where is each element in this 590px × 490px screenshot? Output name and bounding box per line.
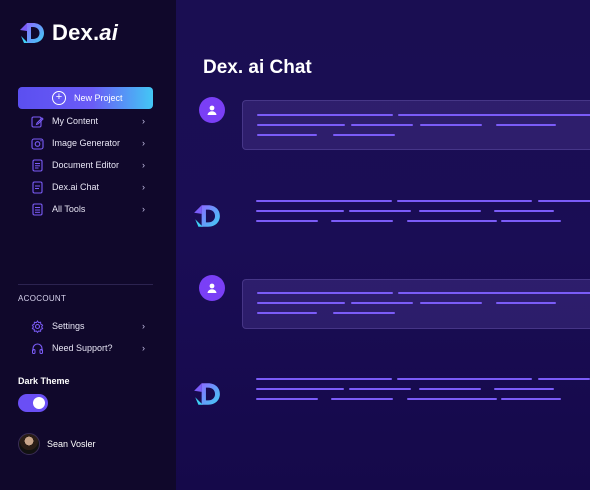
text-placeholder-line <box>398 292 590 294</box>
sidebar: Dex.ai + New Project My Content › Image … <box>0 0 176 490</box>
text-placeholder-line <box>256 200 392 202</box>
toggle-knob <box>33 397 45 409</box>
text-placeholder-line <box>501 398 561 400</box>
account-section-label: ACOCOUNT <box>18 294 67 303</box>
text-placeholder-line <box>420 302 482 304</box>
gear-icon <box>30 319 44 333</box>
sidebar-divider <box>18 284 153 285</box>
user-message-bubble <box>242 100 590 150</box>
text-placeholder-line <box>333 312 395 314</box>
nav-label: Dex.ai Chat <box>52 182 100 192</box>
brand-name-main: Dex. <box>52 20 100 45</box>
chevron-right-icon: › <box>142 138 145 148</box>
text-placeholder-line <box>419 388 481 390</box>
text-placeholder-line <box>420 124 482 126</box>
dex-bot-icon <box>194 205 220 227</box>
text-placeholder-line <box>257 292 393 294</box>
text-placeholder-line <box>256 220 318 222</box>
text-placeholder-line <box>407 398 497 400</box>
app-window: Dex.ai + New Project My Content › Image … <box>0 0 590 490</box>
dark-theme-toggle[interactable] <box>18 394 48 412</box>
text-placeholder-line <box>256 378 392 380</box>
text-placeholder-line <box>257 312 317 314</box>
text-placeholder-line <box>257 124 345 126</box>
account-nav: Settings › Need Support? › <box>30 315 145 359</box>
text-placeholder-line <box>331 398 393 400</box>
text-placeholder-line <box>496 302 556 304</box>
person-icon <box>207 105 217 115</box>
nav-label: Image Generator <box>52 138 121 148</box>
headphones-icon <box>30 341 44 355</box>
text-placeholder-line <box>397 378 532 380</box>
chevron-right-icon: › <box>142 343 145 353</box>
chevron-right-icon: › <box>142 116 145 126</box>
chevron-right-icon: › <box>142 182 145 192</box>
brand-logo[interactable]: Dex.ai <box>18 20 118 46</box>
text-placeholder-line <box>349 388 411 390</box>
page-title: Dex. ai Chat <box>203 57 312 78</box>
text-placeholder-line <box>256 398 318 400</box>
nav-label: All Tools <box>52 204 86 214</box>
nav-label: Settings <box>52 321 85 331</box>
text-placeholder-line <box>501 220 561 222</box>
nav-label: My Content <box>52 116 99 126</box>
document-icon <box>30 158 44 172</box>
text-placeholder-line <box>494 210 554 212</box>
text-placeholder-line <box>331 220 393 222</box>
nav-item-image-generator[interactable]: Image Generator › <box>30 132 145 154</box>
user-message-avatar <box>199 97 225 123</box>
brand-name-ai: ai <box>99 20 119 45</box>
tools-icon <box>30 202 44 216</box>
nav-item-need-support[interactable]: Need Support? › <box>30 337 145 359</box>
chevron-right-icon: › <box>142 321 145 331</box>
new-project-label: New Project <box>74 93 123 103</box>
text-placeholder-line <box>496 124 556 126</box>
chevron-right-icon: › <box>142 160 145 170</box>
user-profile[interactable]: Sean Vosler <box>18 433 96 455</box>
nav-item-my-content[interactable]: My Content › <box>30 110 145 132</box>
user-name: Sean Vosler <box>47 439 96 449</box>
dex-bot-icon <box>194 383 220 405</box>
person-icon <box>207 283 217 293</box>
brand-name: Dex.ai <box>52 20 118 46</box>
plus-circle-icon: + <box>52 91 66 105</box>
user-message-bubble <box>242 279 590 329</box>
text-placeholder-line <box>397 200 532 202</box>
chat-icon <box>30 180 44 194</box>
text-placeholder-line <box>351 124 413 126</box>
text-placeholder-line <box>494 388 554 390</box>
edit-icon <box>30 114 44 128</box>
text-placeholder-line <box>538 200 590 202</box>
text-placeholder-line <box>333 134 395 136</box>
text-placeholder-line <box>349 210 411 212</box>
text-placeholder-line <box>257 114 393 116</box>
text-placeholder-line <box>538 378 590 380</box>
image-icon <box>30 136 44 150</box>
nav-label: Need Support? <box>52 343 113 353</box>
text-placeholder-line <box>257 302 345 304</box>
nav-item-all-tools[interactable]: All Tools › <box>30 198 145 220</box>
nav-item-document-editor[interactable]: Document Editor › <box>30 154 145 176</box>
new-project-button[interactable]: + New Project <box>18 87 153 109</box>
nav-label: Document Editor <box>52 160 120 170</box>
chat-main: Dex. ai Chat <box>176 0 590 490</box>
text-placeholder-line <box>351 302 413 304</box>
text-placeholder-line <box>398 114 590 116</box>
avatar <box>18 433 40 455</box>
main-nav: My Content › Image Generator › Document … <box>30 110 145 220</box>
text-placeholder-line <box>256 388 344 390</box>
text-placeholder-line <box>257 134 317 136</box>
nav-item-dexai-chat[interactable]: Dex.ai Chat › <box>30 176 145 198</box>
dex-logo-icon <box>20 23 44 43</box>
nav-item-settings[interactable]: Settings › <box>30 315 145 337</box>
chevron-right-icon: › <box>142 204 145 214</box>
user-message-avatar <box>199 275 225 301</box>
text-placeholder-line <box>419 210 481 212</box>
text-placeholder-line <box>407 220 497 222</box>
text-placeholder-line <box>256 210 344 212</box>
dark-theme-label: Dark Theme <box>18 376 70 386</box>
